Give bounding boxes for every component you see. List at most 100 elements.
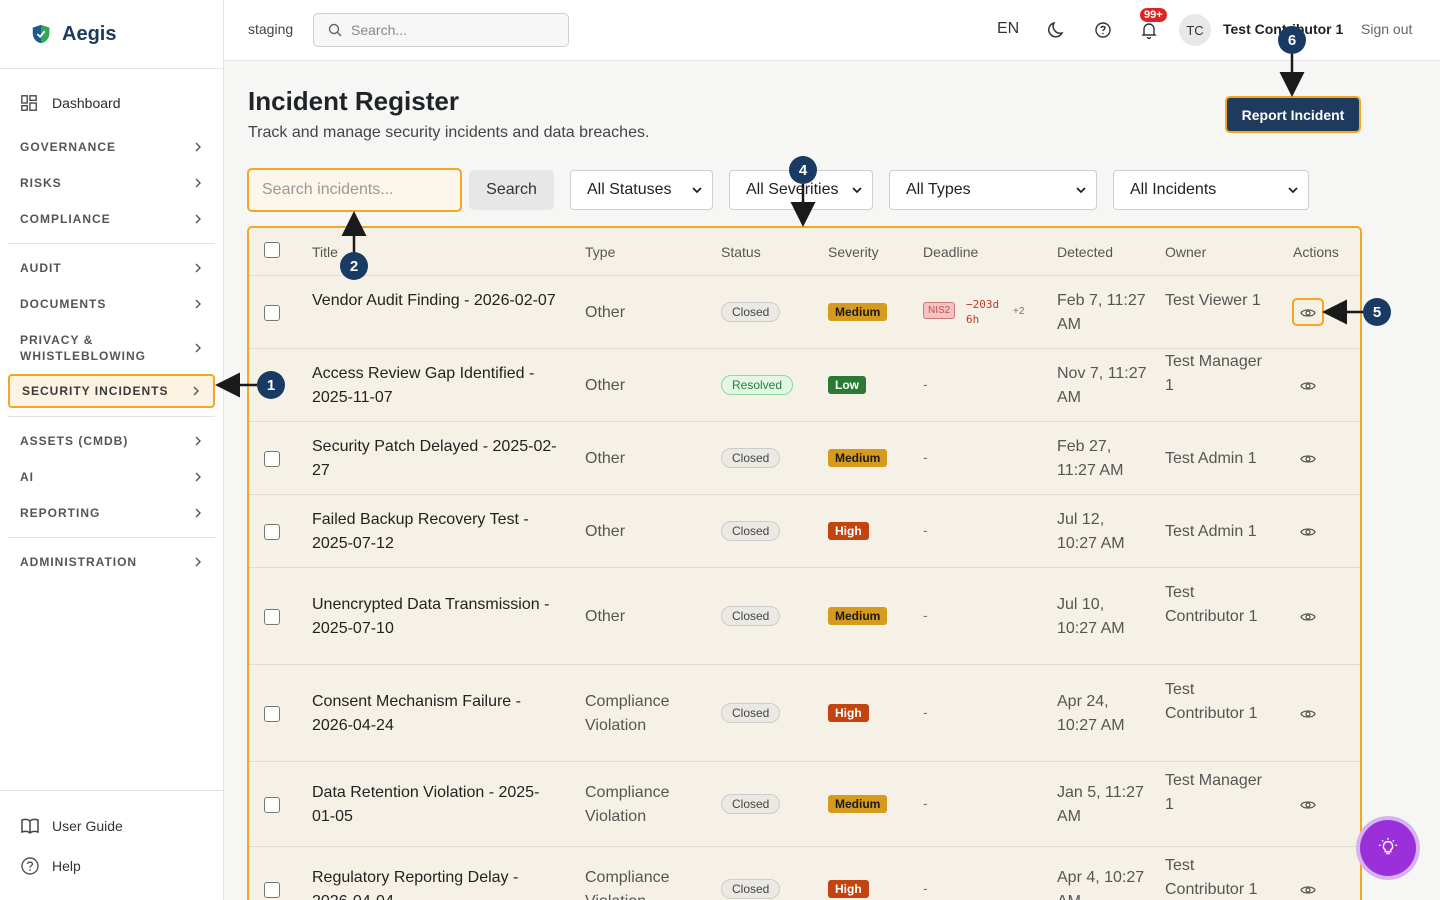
view-eye-icon[interactable] xyxy=(1300,706,1316,722)
dashboard-icon xyxy=(21,95,37,111)
sidebar: Aegis Dashboard GOVERNANCE RISKS COMPLIA… xyxy=(0,0,224,900)
moon-icon[interactable] xyxy=(1047,20,1067,40)
incident-title[interactable]: Failed Backup Recovery Test - 2025-07-12 xyxy=(312,508,562,556)
sign-out-link[interactable]: Sign out xyxy=(1361,21,1412,37)
row-checkbox[interactable] xyxy=(264,304,280,321)
user-guide-label: User Guide xyxy=(52,818,123,834)
global-search-input[interactable]: Search... xyxy=(313,13,569,47)
incident-search-input[interactable]: Search incidents... xyxy=(247,168,462,212)
assistant-fab[interactable] xyxy=(1360,820,1416,876)
column-title[interactable]: Title xyxy=(312,244,338,260)
annotation-marker: 5 xyxy=(1363,298,1391,326)
sidebar-item-governance[interactable]: GOVERNANCE xyxy=(8,129,215,165)
sidebar-item-ai[interactable]: AI xyxy=(8,459,215,495)
sidebar-item-label: ASSETS (CMDB) xyxy=(20,434,129,448)
table-row[interactable]: Security Patch Delayed - 2025-02-27 Other… xyxy=(249,422,1360,495)
status-filter-value: All Statuses xyxy=(587,181,672,198)
row-checkbox[interactable] xyxy=(264,705,280,722)
deadline-more-count: +2 xyxy=(1013,305,1025,317)
view-eye-icon[interactable] xyxy=(1300,609,1316,625)
owner-name: Test Contributor 1 xyxy=(1165,856,1258,898)
sidebar-item-reporting[interactable]: REPORTING xyxy=(8,495,215,531)
column-status[interactable]: Status xyxy=(721,244,761,260)
column-type[interactable]: Type xyxy=(585,244,615,260)
deadline-regulation-tag: NIS2 xyxy=(923,301,956,319)
incident-table: Title Type Status Severity Deadline Dete… xyxy=(247,226,1362,900)
incident-title[interactable]: Security Patch Delayed - 2025-02-27 xyxy=(312,435,562,483)
view-eye-icon[interactable] xyxy=(1300,451,1316,467)
owner-name: Test Admin 1 xyxy=(1165,522,1257,540)
severity-badge: High xyxy=(828,703,869,722)
bell-icon[interactable] xyxy=(1139,20,1159,40)
detected-date: Apr 4, 10:27 AM xyxy=(1057,868,1145,900)
view-eye-icon[interactable] xyxy=(1300,378,1316,394)
incident-title[interactable]: Vendor Audit Finding - 2026-02-07 xyxy=(312,289,562,313)
sidebar-item-dashboard[interactable]: Dashboard xyxy=(8,91,215,115)
incident-title[interactable]: Regulatory Reporting Delay - 2026-04-04 xyxy=(312,866,562,900)
chevron-right-icon xyxy=(195,436,201,446)
sidebar-item-compliance[interactable]: COMPLIANCE xyxy=(8,201,215,237)
row-checkbox[interactable] xyxy=(264,523,280,540)
chevron-right-icon xyxy=(195,299,201,309)
table-row[interactable]: Data Retention Violation - 2025-01-05 Com… xyxy=(249,762,1360,847)
row-checkbox[interactable] xyxy=(264,796,280,813)
sidebar-item-assets[interactable]: ASSETS (CMDB) xyxy=(8,423,215,459)
table-row[interactable]: Failed Backup Recovery Test - 2025-07-12… xyxy=(249,495,1360,568)
select-all-checkbox[interactable] xyxy=(264,242,280,258)
owner-name: Test Admin 1 xyxy=(1165,449,1257,467)
help-icon[interactable] xyxy=(1093,20,1113,40)
help-link[interactable]: Help xyxy=(20,855,203,877)
sidebar-divider xyxy=(8,416,215,417)
user-guide-link[interactable]: User Guide xyxy=(20,815,203,837)
status-badge: Closed xyxy=(721,605,781,626)
detected-date: Jan 5, 11:27 AM xyxy=(1057,783,1144,825)
detected-date: Apr 24, 10:27 AM xyxy=(1057,692,1125,734)
view-eye-icon[interactable] xyxy=(1300,524,1316,540)
view-eye-icon[interactable] xyxy=(1300,305,1316,321)
row-checkbox[interactable] xyxy=(264,450,280,467)
incident-title[interactable]: Data Retention Violation - 2025-01-05 xyxy=(312,781,562,829)
severity-badge: Medium xyxy=(828,794,888,813)
column-deadline[interactable]: Deadline xyxy=(923,244,978,260)
severity-badge: Low xyxy=(828,375,866,394)
environment-label: staging xyxy=(248,21,294,37)
column-owner[interactable]: Owner xyxy=(1165,244,1206,260)
avatar[interactable]: TC xyxy=(1179,14,1211,46)
table-row[interactable]: Access Review Gap Identified - 2025-11-0… xyxy=(249,349,1360,422)
sidebar-item-risks[interactable]: RISKS xyxy=(8,165,215,201)
incident-title[interactable]: Consent Mechanism Failure - 2026-04-24 xyxy=(312,690,562,738)
status-filter-select[interactable]: All Statuses xyxy=(570,170,713,210)
table-row[interactable]: Vendor Audit Finding - 2026-02-07 Other Cl… xyxy=(249,276,1360,349)
app-logo[interactable]: Aegis xyxy=(0,0,223,69)
report-incident-button[interactable]: Report Incident xyxy=(1225,96,1361,133)
sidebar-item-label: AI xyxy=(20,470,34,484)
row-checkbox[interactable] xyxy=(264,608,280,625)
sidebar-item-privacy[interactable]: PRIVACY & WHISTLEBLOWING xyxy=(8,322,215,374)
sidebar-footer: User Guide Help xyxy=(0,790,223,900)
sidebar-item-administration[interactable]: ADMINISTRATION xyxy=(8,544,215,580)
page-title: Incident Register xyxy=(248,86,459,116)
column-severity[interactable]: Severity xyxy=(828,244,879,260)
sidebar-item-security-incidents[interactable]: SECURITY INCIDENTS xyxy=(8,374,215,408)
table-row[interactable]: Unencrypted Data Transmission - 2025-07-… xyxy=(249,568,1360,665)
table-row[interactable]: Consent Mechanism Failure - 2026-04-24 Co… xyxy=(249,665,1360,762)
chevron-right-icon xyxy=(195,263,201,273)
column-detected[interactable]: Detected xyxy=(1057,244,1113,260)
view-eye-icon[interactable] xyxy=(1300,882,1316,898)
sidebar-item-documents[interactable]: DOCUMENTS xyxy=(8,286,215,322)
status-badge: Closed xyxy=(721,878,781,899)
severity-badge: Medium xyxy=(828,302,888,321)
chevron-right-icon xyxy=(193,386,199,396)
row-checkbox[interactable] xyxy=(264,881,280,898)
annotation-marker: 4 xyxy=(789,156,817,184)
type-filter-select[interactable]: All Types xyxy=(889,170,1097,210)
incident-title[interactable]: Unencrypted Data Transmission - 2025-07-… xyxy=(312,593,562,641)
language-switcher[interactable]: EN xyxy=(997,20,1019,38)
view-eye-icon[interactable] xyxy=(1300,797,1316,813)
scope-filter-select[interactable]: All Incidents xyxy=(1113,170,1309,210)
incident-title[interactable]: Access Review Gap Identified - 2025-11-0… xyxy=(312,362,562,410)
sidebar-item-audit[interactable]: AUDIT xyxy=(8,250,215,286)
search-button[interactable]: Search xyxy=(469,170,554,210)
chevron-right-icon xyxy=(195,178,201,188)
table-row[interactable]: Regulatory Reporting Delay - 2026-04-04 C… xyxy=(249,847,1360,900)
